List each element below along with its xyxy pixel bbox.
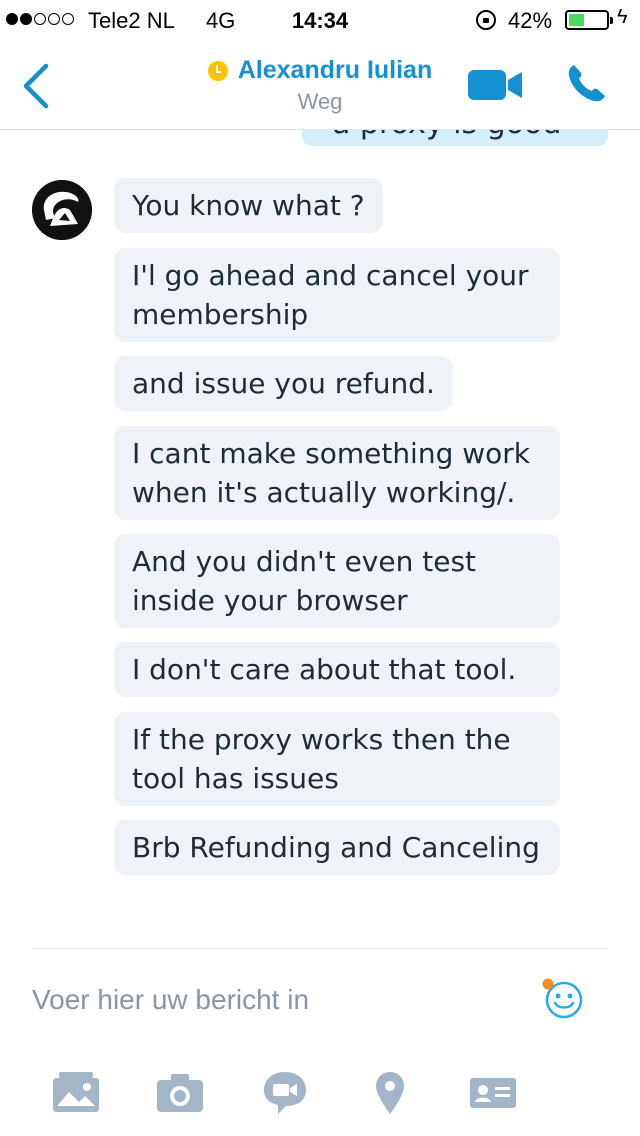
message-text: I don't care about that tool. [132,653,517,686]
charging-icon: ϟ [617,6,628,28]
contact-name: Alexandru Iulian [237,56,433,84]
chat-header: Alexandru Iulian Weg [0,40,640,130]
message-text: I'l go ahead and cancel your membership [132,259,529,331]
message-text: You know what ? [132,189,365,222]
contact-title[interactable]: Alexandru Iulian Weg [0,56,640,115]
presence-away-icon [207,60,228,81]
message-text: If the proxy works then the tool has iss… [132,723,511,795]
camera-icon[interactable] [155,1070,205,1116]
video-message-icon[interactable] [260,1070,310,1116]
location-icon[interactable] [365,1070,415,1116]
incoming-message-bubble[interactable]: And you didn't even test inside your bro… [114,534,560,628]
battery-icon [565,10,613,30]
contact-avatar[interactable] [32,180,92,240]
incoming-message-bubble[interactable]: I don't care about that tool. [114,642,560,697]
rotation-lock-icon [476,10,496,30]
phone-icon[interactable] [566,62,606,104]
incoming-message-bubble[interactable]: and issue you refund. [114,356,453,411]
message-text: Brb Refunding and Canceling [132,831,540,864]
video-call-icon[interactable] [468,70,522,100]
incoming-message-bubble[interactable]: If the proxy works then the tool has iss… [114,712,560,806]
composer-divider [32,948,608,949]
battery-percentage: 42% [508,8,553,33]
incoming-message-bubble[interactable]: Brb Refunding and Canceling [114,820,560,875]
incoming-message-bubble[interactable]: You know what ? [114,178,383,233]
message-input[interactable] [32,980,512,1020]
message-text: I cant make something work when it's act… [132,437,531,509]
outgoing-message-bubble[interactable]: a proxy is good [302,130,608,146]
chat-history[interactable]: a proxy is good You know what ? I'l go a… [0,130,640,948]
contact-status: Weg [297,89,343,114]
photo-gallery-icon[interactable] [51,1070,101,1116]
composer-toolbar [0,1070,640,1120]
contact-card-icon[interactable] [468,1070,518,1116]
message-text: and issue you refund. [132,367,435,400]
message-text: And you didn't even test inside your bro… [132,545,477,617]
status-bar: Tele2 NL 4G 14:34 42% ϟ [0,0,640,40]
emoji-icon[interactable] [542,978,584,1020]
message-text: a proxy is good [332,130,561,141]
incoming-message-bubble[interactable]: I cant make something work when it's act… [114,426,560,520]
incoming-message-bubble[interactable]: I'l go ahead and cancel your membership [114,248,560,342]
